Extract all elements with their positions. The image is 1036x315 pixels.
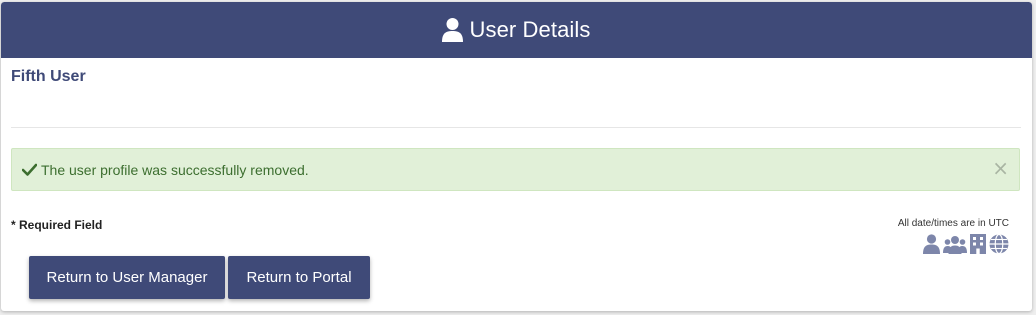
success-alert: The user profile was successfully remove… xyxy=(11,148,1020,191)
alert-message: The user profile was successfully remove… xyxy=(41,161,309,178)
legend-icons xyxy=(923,233,1009,255)
return-to-user-manager-button[interactable]: Return to User Manager xyxy=(29,256,225,299)
required-field-note: * Required Field xyxy=(11,218,103,232)
building-icon xyxy=(970,234,986,254)
check-icon xyxy=(21,163,38,176)
user-icon xyxy=(442,18,464,42)
utc-note: All date/times are in UTC xyxy=(897,218,1009,229)
close-icon[interactable]: × xyxy=(992,158,1009,178)
panel-header: User Details xyxy=(1,2,1032,58)
divider xyxy=(11,127,1021,128)
user-details-panel: User Details Fifth User The user profile… xyxy=(1,2,1032,311)
user-name-heading: Fifth User xyxy=(11,68,86,85)
users-group-icon xyxy=(943,234,967,254)
return-to-portal-button[interactable]: Return to Portal xyxy=(228,256,370,299)
user-icon xyxy=(923,234,940,254)
globe-icon xyxy=(989,233,1009,255)
page-title: User Details xyxy=(469,17,591,42)
